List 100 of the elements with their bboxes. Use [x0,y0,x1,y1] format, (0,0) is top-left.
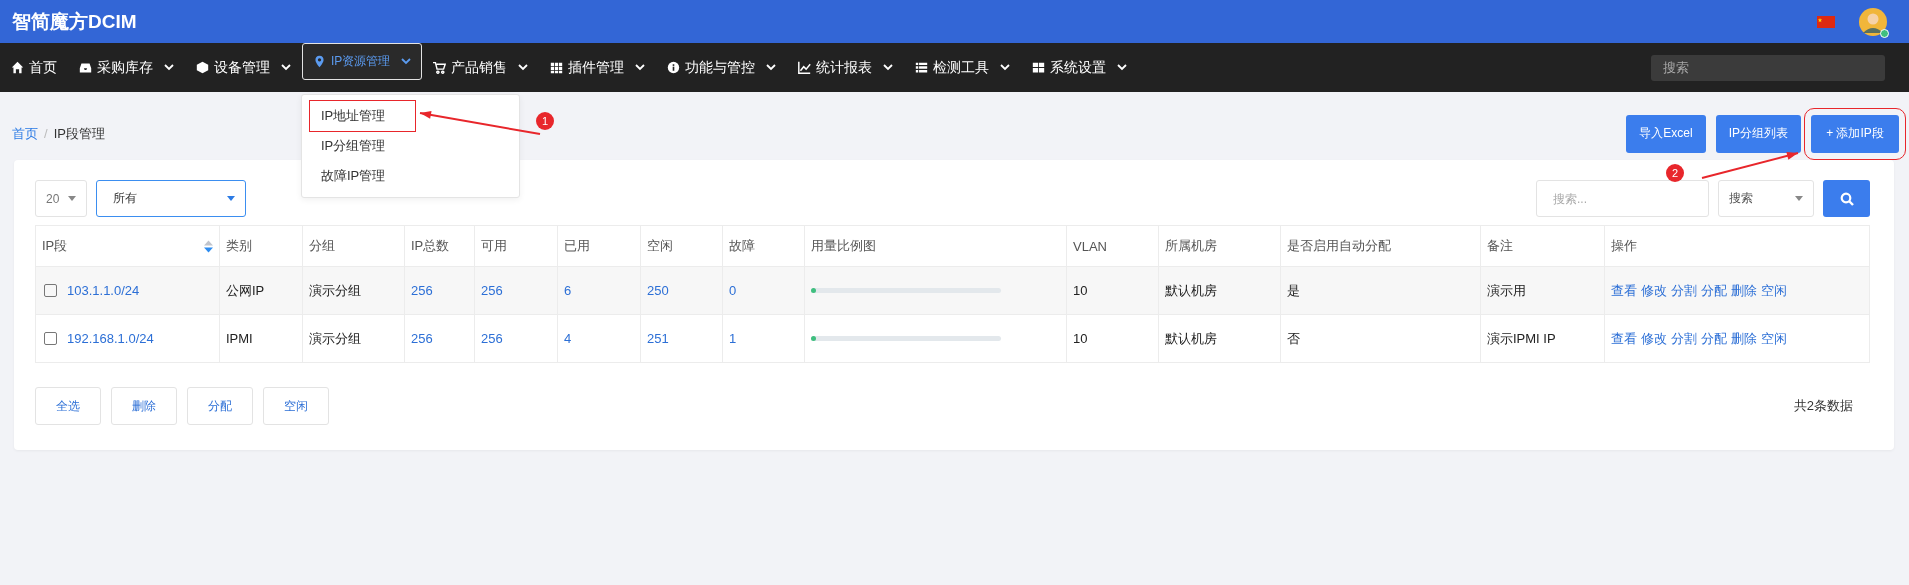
bulk-action-button[interactable]: 空闲 [263,387,329,425]
table-cell: 公网IP [226,282,265,298]
search-icon [1839,191,1854,206]
page-size-select[interactable]: 20 [35,180,87,217]
column-header: 可用 [474,225,558,267]
search-button[interactable] [1823,180,1870,217]
column-header: 操作 [1604,225,1870,267]
nav-item[interactable]: 功能与管控 [656,43,788,92]
info-icon [667,61,681,74]
nav-item[interactable]: IP资源管理 [302,43,423,80]
table-cell: 默认机房 [1165,282,1217,298]
column-header: 空闲 [640,225,723,267]
row-action-link[interactable]: 查看 [1611,281,1637,300]
nav-item[interactable]: 首页 [0,43,68,92]
table-cell: IPMI [226,331,253,346]
count-link[interactable]: 256 [411,283,433,298]
nav-item[interactable]: 产品销售 [422,43,540,92]
menu-item[interactable]: 故障IP管理 [302,161,405,191]
column-header: 分组 [302,225,405,267]
count-link[interactable]: 256 [481,331,503,346]
row-action-link[interactable]: 修改 [1641,281,1667,300]
count-link[interactable]: 6 [564,283,572,298]
breadcrumb-current: IP段管理 [53,124,105,143]
nav-item[interactable]: 采购库存 [68,43,185,92]
row-action-link[interactable]: 分配 [1701,329,1727,348]
table-cell: 否 [1287,330,1300,346]
count-link[interactable]: 251 [647,331,669,346]
grid-icon [550,61,564,74]
nav-item[interactable]: 系统设置 [1021,43,1139,92]
caret-icon [1795,196,1803,201]
map-pin-icon [313,55,326,68]
column-header: IP段 [35,225,220,267]
count-link[interactable]: 0 [729,283,737,298]
search-field[interactable]: 搜索... [1536,180,1709,217]
table-cell: 演示分组 [309,282,361,298]
column-header: 是否启用自动分配 [1280,225,1481,267]
ip-range-link[interactable]: 192.168.1.0/24 [67,331,154,346]
count-link[interactable]: 256 [481,283,503,298]
caret-icon [227,196,235,201]
avatar[interactable] [1859,7,1887,36]
row-action-link[interactable]: 修改 [1641,329,1667,348]
menu-item[interactable]: IP分组管理 [302,131,405,161]
count-link[interactable]: 1 [729,331,737,346]
cart-icon [433,61,447,74]
row-action-link[interactable]: 分割 [1671,281,1697,300]
row-action-link[interactable]: 删除 [1731,329,1757,348]
nav-item[interactable]: 插件管理 [539,43,657,92]
count-link[interactable]: 4 [564,331,572,346]
column-header: 类别 [219,225,303,267]
row-action-link[interactable]: 删除 [1731,281,1757,300]
total-count: 共2条数据 [1793,397,1854,415]
tiles-icon [1032,61,1046,74]
bulk-action-button[interactable]: 分配 [187,387,253,425]
home-icon [11,61,24,74]
table-cell: 默认机房 [1165,330,1217,346]
column-header: 用量比例图 [804,225,1067,267]
caret-icon [68,196,76,201]
table-cell: 10 [1073,283,1088,298]
table-cell: 演示IPMI IP [1487,330,1556,346]
column-header: 已用 [557,225,641,267]
action-button[interactable]: + 添加IP段 [1811,114,1899,153]
cube-icon [196,61,209,74]
breadcrumb-link[interactable]: 首页 [12,124,38,143]
group-select[interactable]: 所有 [96,180,246,217]
action-button[interactable]: 导入Excel [1626,114,1706,153]
bulk-action-button[interactable]: 全选 [35,387,101,425]
ip-range-link[interactable]: 103.1.1.0/24 [67,283,140,298]
column-header: VLAN [1066,225,1159,267]
row-checkbox[interactable] [44,284,57,297]
sort-icon[interactable] [204,239,213,253]
annotation-number: 1 [536,112,554,130]
count-link[interactable]: 256 [411,331,433,346]
search-field-select[interactable]: 搜索 [1718,180,1814,217]
brand-title: 智简魔方DCIM [12,9,137,34]
search-field[interactable]: 搜索 [1651,54,1885,81]
line-chart-icon [798,61,812,74]
nav-item[interactable]: 统计报表 [787,43,905,92]
table-cell: 是 [1287,282,1300,298]
table-cell: 10 [1073,331,1088,346]
menu-item[interactable]: IP地址管理 [310,101,416,131]
row-action-link[interactable]: 空闲 [1761,329,1787,348]
nav-item[interactable]: 检测工具 [904,43,1022,92]
list-icon [915,61,929,74]
bulk-action-button[interactable]: 删除 [111,387,177,425]
table-cell: 演示用 [1487,282,1526,298]
inbox-icon [79,61,92,74]
row-action-link[interactable]: 空闲 [1761,281,1787,300]
row-checkbox[interactable] [44,332,57,345]
action-button[interactable]: IP分组列表 [1715,114,1801,153]
flag-icon[interactable] [1817,15,1835,28]
nav-item[interactable]: 设备管理 [185,43,302,92]
column-header: 备注 [1480,225,1605,267]
row-action-link[interactable]: 分割 [1671,329,1697,348]
row-action-link[interactable]: 分配 [1701,281,1727,300]
table-cell: 演示分组 [309,330,361,346]
column-header: IP总数 [404,225,475,267]
count-link[interactable]: 250 [647,283,669,298]
column-header: 所属机房 [1158,225,1281,267]
column-header: 故障 [722,225,805,267]
row-action-link[interactable]: 查看 [1611,329,1637,348]
